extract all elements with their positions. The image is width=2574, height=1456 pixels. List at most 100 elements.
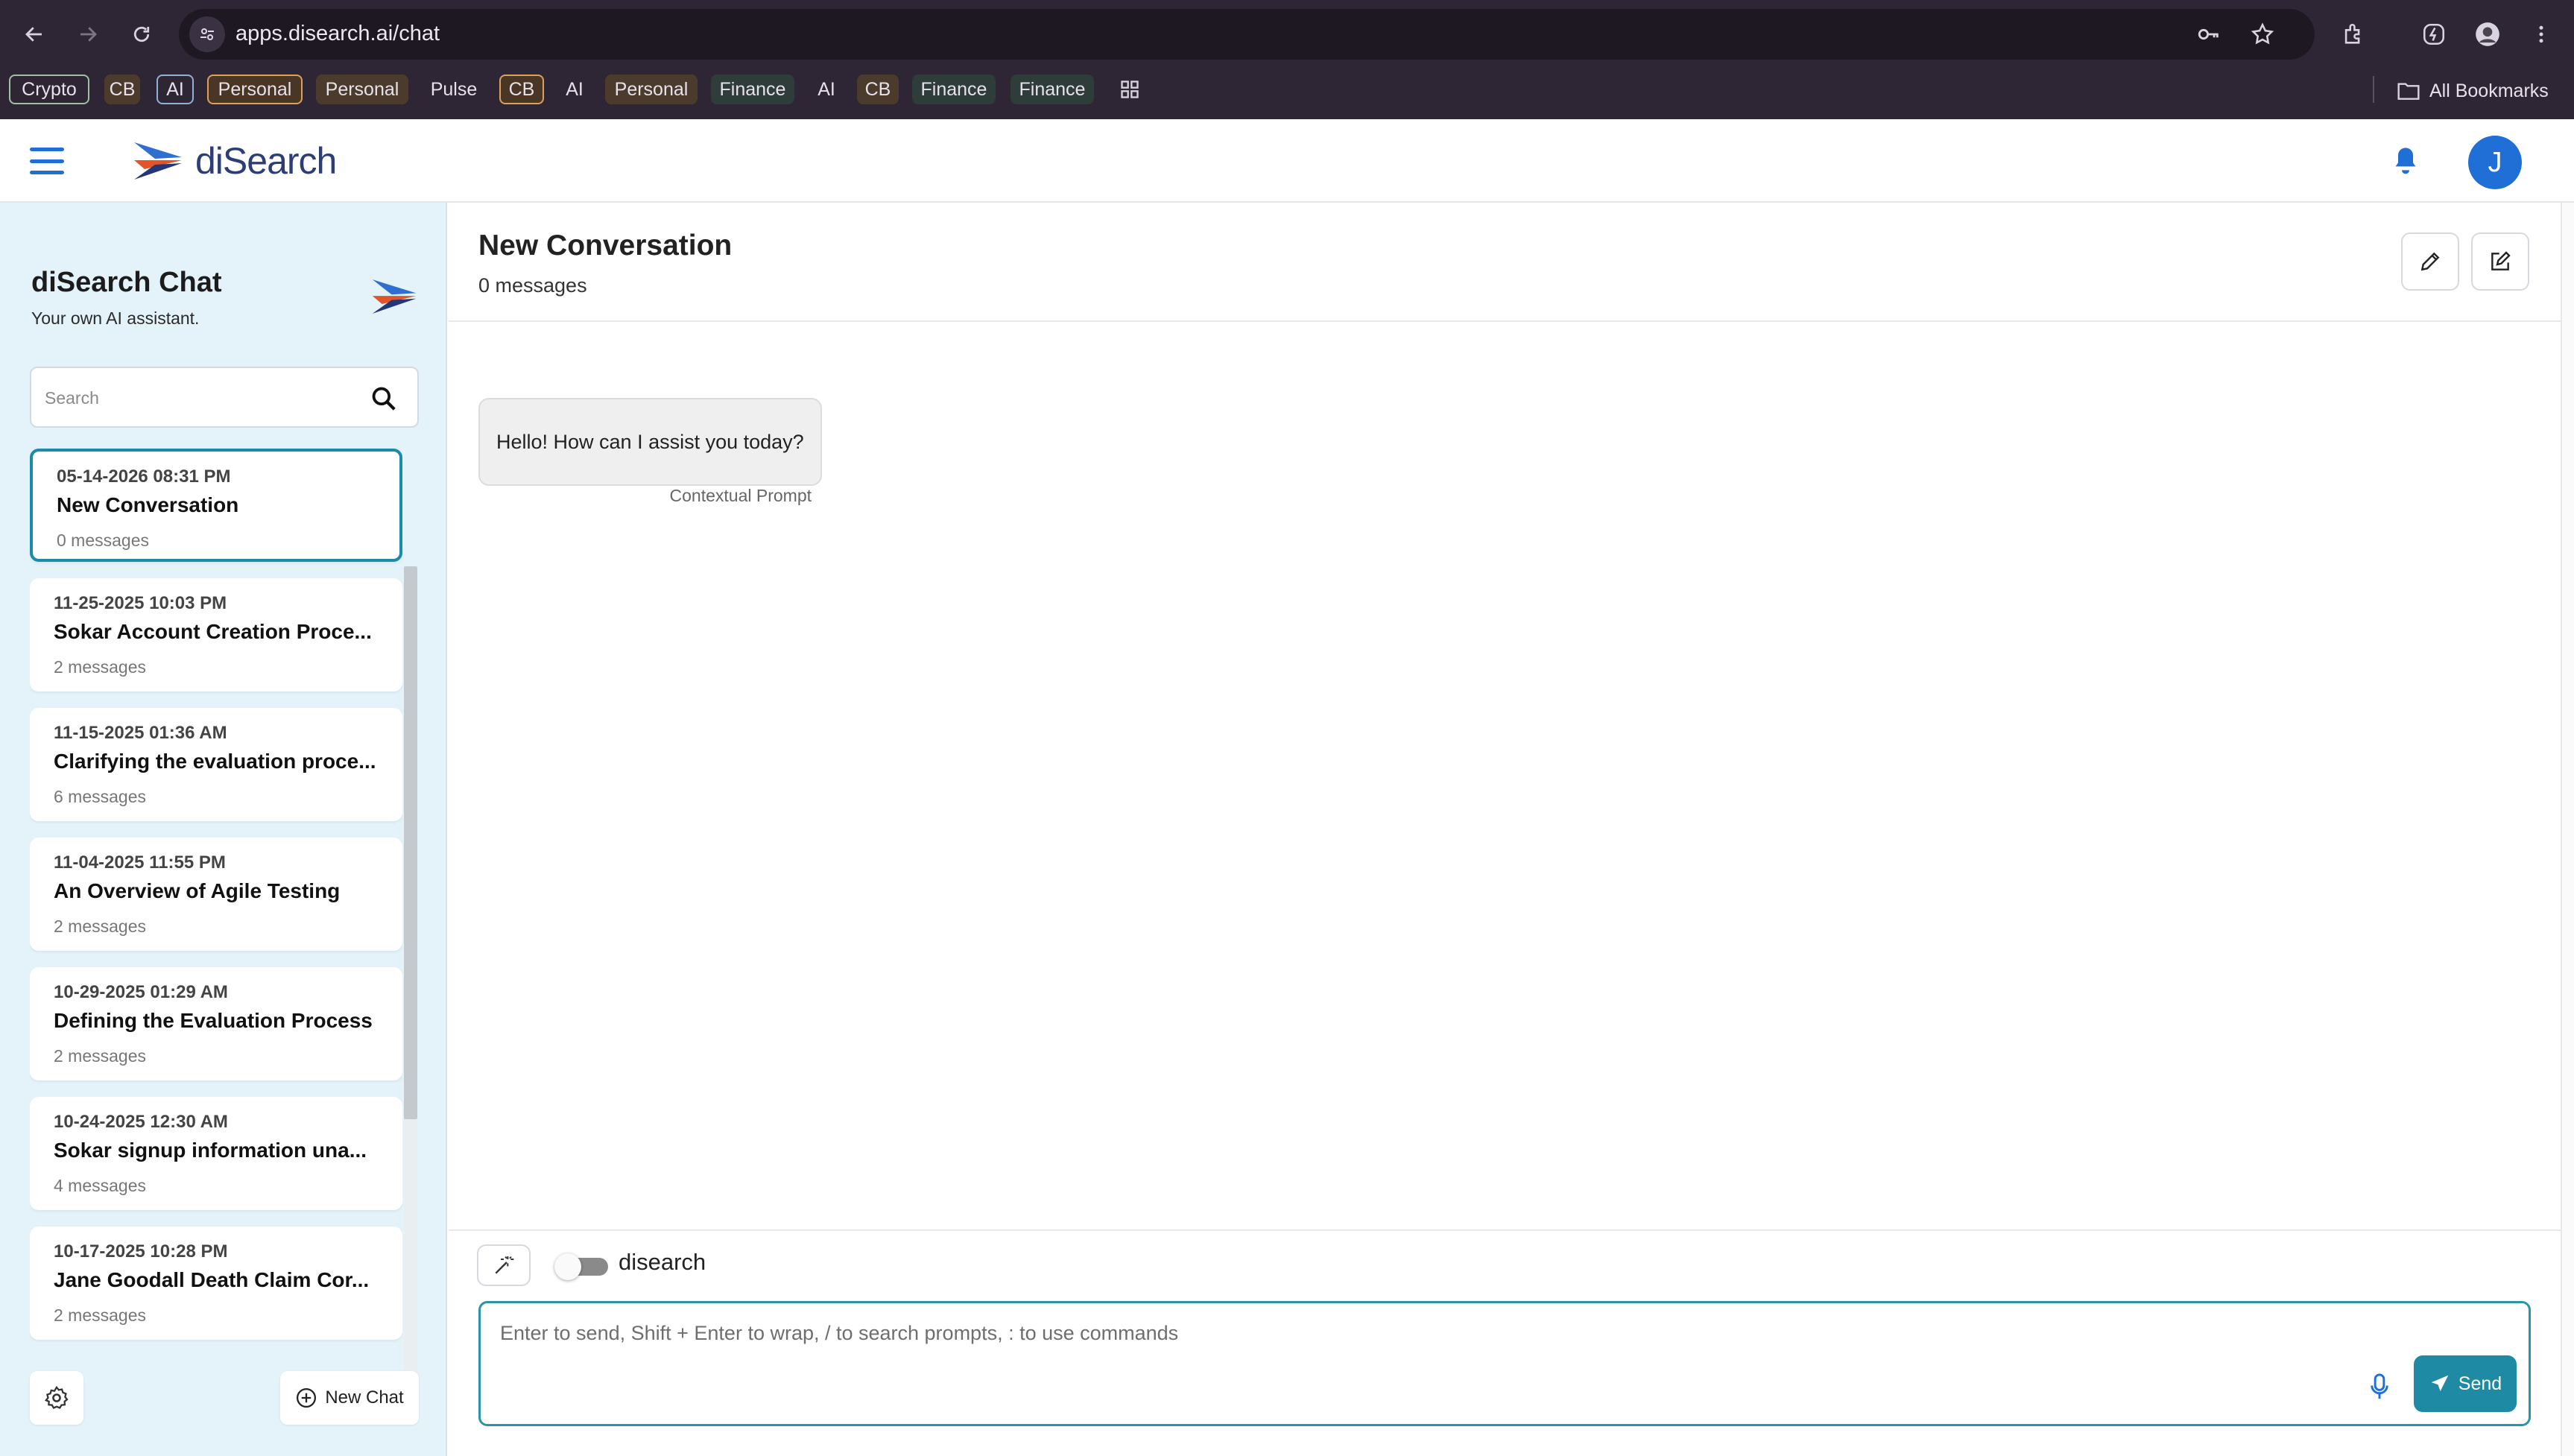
forward-button[interactable] — [70, 16, 106, 52]
bookmarks-divider — [2373, 76, 2374, 103]
forward-arrow-icon — [80, 27, 97, 42]
new-conversation-button[interactable] — [2471, 232, 2529, 291]
bookmark-cb-3[interactable]: CB — [857, 75, 899, 104]
conversation-search — [30, 367, 419, 428]
url-text: apps.disearch.ai/chat — [235, 22, 440, 45]
bookmark-personal-3[interactable]: Personal — [605, 75, 698, 104]
conversation-title: Jane Goodall Death Claim Cor... — [54, 1268, 370, 1291]
disearch-logo-icon — [134, 142, 182, 180]
assistant-message-bubble: Hello! How can I assist you today? — [478, 398, 822, 486]
browser-toolbar: apps.disearch.ai/chat — [0, 0, 2574, 67]
new-chat-label: New Chat — [325, 1387, 404, 1408]
extensions-icon[interactable] — [2336, 16, 2371, 52]
conversation-date: 10-24-2025 12:30 AM — [54, 1112, 228, 1132]
browser-chrome: apps.disearch.ai/chat Crypto CB AI Perso… — [0, 0, 2574, 119]
bookmark-personal-2[interactable]: Personal — [316, 75, 408, 104]
conversation-date: 05-14-2026 08:31 PM — [57, 466, 231, 487]
conversation-list: 05-14-2026 08:31 PM New Conversation 0 m… — [30, 449, 402, 1343]
bookmark-finance-2[interactable]: Finance — [912, 75, 996, 104]
conversation-header: New Conversation 0 messages — [449, 203, 2561, 322]
page-scrollbar[interactable] — [2561, 203, 2574, 1456]
bookmark-crypto[interactable]: Crypto — [9, 75, 89, 104]
bookmark-finance[interactable]: Finance — [711, 75, 794, 104]
back-button[interactable] — [16, 16, 52, 52]
conversation-title: Clarifying the evaluation proce... — [54, 750, 376, 773]
conversation-item[interactable]: 11-15-2025 01:36 AM Clarifying the evalu… — [30, 708, 402, 821]
conversation-count: 6 messages — [54, 787, 147, 806]
conversation-count: 4 messages — [54, 1176, 147, 1195]
search-icon[interactable] — [367, 382, 401, 416]
conversation-title: An Overview of Agile Testing — [54, 879, 341, 902]
apps-grid-icon[interactable] — [1113, 75, 1146, 104]
reload-icon — [133, 26, 150, 42]
conversation-item[interactable]: 05-14-2026 08:31 PM New Conversation 0 m… — [30, 449, 402, 562]
conversation-count: 2 messages — [54, 1046, 147, 1066]
conversation-title: New Conversation — [57, 493, 239, 516]
settings-button[interactable] — [30, 1371, 83, 1425]
brand-logo[interactable]: diSearch — [133, 137, 337, 185]
conversation-count: 2 messages — [54, 657, 147, 677]
password-key-icon[interactable] — [2194, 19, 2224, 49]
bookmark-finance-3[interactable]: Finance — [1011, 75, 1094, 104]
message-composer: Send — [478, 1301, 2531, 1426]
site-settings-icon[interactable] — [189, 16, 225, 52]
profile-icon[interactable] — [2470, 16, 2505, 52]
send-label: Send — [2458, 1373, 2502, 1394]
conversation-date: 10-17-2025 10:28 PM — [54, 1241, 228, 1262]
sidebar: diSearch Chat Your own AI assistant. 05-… — [0, 203, 447, 1456]
conversation-count: 2 messages — [54, 1305, 147, 1325]
all-bookmarks-label: All Bookmarks — [2429, 80, 2549, 101]
conversation-heading: New Conversation — [478, 230, 733, 262]
disearch-toggle[interactable] — [554, 1253, 611, 1280]
notifications-bell-icon[interactable] — [2387, 142, 2424, 179]
conversation-item[interactable]: 10-29-2025 01:29 AM Defining the Evaluat… — [30, 967, 402, 1080]
folder-icon — [2397, 83, 2420, 100]
conversation-date: 11-04-2025 11:55 PM — [54, 852, 226, 873]
conversation-title: Sokar signup information una... — [54, 1139, 367, 1162]
disearch-logo-icon — [372, 279, 417, 314]
conversation-item[interactable]: 10-17-2025 10:28 PM Jane Goodall Death C… — [30, 1226, 402, 1340]
brand-name: diSearch — [195, 140, 337, 182]
sync-icon[interactable] — [2416, 16, 2452, 52]
conversation-title: Sokar Account Creation Proce... — [54, 620, 372, 643]
address-bar[interactable]: apps.disearch.ai/chat — [179, 9, 2315, 60]
all-bookmarks-button[interactable]: All Bookmarks — [2397, 76, 2549, 106]
bookmark-cb-2[interactable]: CB — [499, 75, 544, 104]
message-input[interactable] — [500, 1317, 2289, 1349]
bookmarks-bar: Crypto CB AI Personal Personal Pulse CB … — [0, 67, 2574, 119]
plus-circle-icon — [297, 1388, 317, 1408]
bookmark-ai-3[interactable]: AI — [809, 75, 844, 104]
bookmark-personal[interactable]: Personal — [207, 75, 303, 104]
composer-divider — [449, 1229, 2561, 1231]
conversation-count: 0 messages — [57, 531, 150, 550]
prompt-helper-button[interactable] — [477, 1244, 531, 1286]
sidebar-subtitle: Your own AI assistant. — [31, 308, 200, 328]
app-window: diSearch J diSearch Chat Your own AI ass… — [0, 119, 2574, 1456]
microphone-icon[interactable] — [2362, 1369, 2397, 1405]
user-avatar[interactable]: J — [2468, 136, 2522, 189]
bookmark-pulse[interactable]: Pulse — [422, 75, 486, 104]
send-icon — [2431, 1375, 2449, 1391]
magic-wand-icon — [495, 1256, 514, 1274]
edit-square-icon — [2491, 251, 2511, 270]
bookmark-cb[interactable]: CB — [104, 75, 140, 104]
reload-button[interactable] — [124, 16, 159, 52]
send-button[interactable]: Send — [2414, 1355, 2517, 1412]
conversation-item[interactable]: 11-25-2025 10:03 PM Sokar Account Creati… — [30, 578, 402, 691]
conversation-item[interactable]: 10-24-2025 12:30 AM Sokar signup informa… — [30, 1097, 402, 1210]
search-input[interactable] — [45, 382, 358, 414]
new-chat-button[interactable]: New Chat — [280, 1371, 419, 1425]
browser-menu-icon[interactable] — [2523, 16, 2559, 52]
bookmark-star-icon[interactable] — [2248, 19, 2277, 49]
bookmark-ai-2[interactable]: AI — [557, 75, 592, 104]
sidebar-title: diSearch Chat — [31, 267, 222, 298]
conversation-item[interactable]: 11-04-2025 11:55 PM An Overview of Agile… — [30, 838, 402, 951]
sidebar-scrollbar-thumb[interactable] — [404, 566, 417, 1119]
rename-conversation-button[interactable] — [2401, 232, 2459, 291]
message-caption: Contextual Prompt — [669, 486, 812, 505]
bookmark-ai[interactable]: AI — [156, 75, 194, 104]
conversation-date: 10-29-2025 01:29 AM — [54, 982, 228, 1002]
settings-icon — [45, 1385, 69, 1409]
conversation-title: Defining the Evaluation Process — [54, 1009, 373, 1032]
menu-icon[interactable] — [28, 143, 66, 179]
